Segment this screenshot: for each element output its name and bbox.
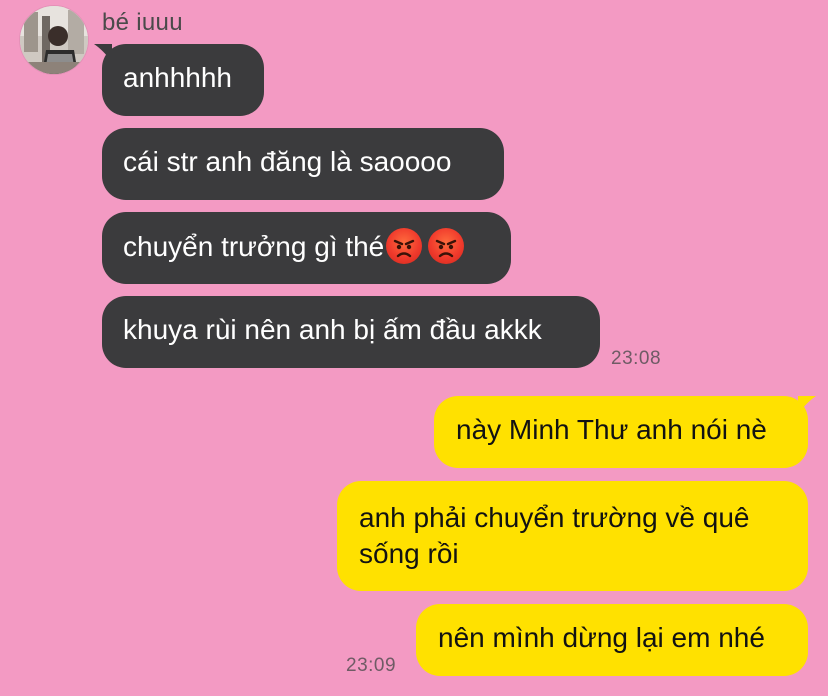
message-text: cái str anh đăng là saoooo [123,146,452,177]
incoming-message[interactable]: khuya rùi nên anh bị ấm đầu akkk [102,296,600,368]
message-text-line: anh phải chuyển trường về quê [359,502,750,533]
incoming-message[interactable]: cái str anh đăng là saoooo [102,128,504,200]
outgoing-message[interactable]: nên mình dừng lại em nhé [416,604,808,676]
incoming-message[interactable]: chuyển trưởng gì thé [102,212,511,284]
angry-face-emoji [386,228,423,264]
angry-face-emoji [428,228,465,264]
incoming-message[interactable]: anhhhhh [94,44,264,116]
avatar-photo [20,6,88,74]
bubble-tail [94,44,112,62]
message-text: này Minh Thư anh nói nè [456,414,767,445]
contact-avatar[interactable] [20,6,88,74]
bubble-tail [798,396,816,414]
message-timestamp: 23:08 [611,348,662,369]
message-text-line: sống rồi [359,538,459,569]
message-text: nên mình dừng lại em nhé [438,622,765,653]
message-text: anhhhhh [123,62,233,93]
message-timestamp: 23:09 [346,655,397,676]
outgoing-message[interactable]: này Minh Thư anh nói nè [434,396,816,468]
message-text: chuyển trưởng gì thé [123,231,385,262]
message-text: khuya rùi nên anh bị ấm đầu akkk [123,314,542,345]
contact-name: bé iuuu [102,9,183,36]
outgoing-message[interactable]: anh phải chuyển trường về quê sống rồi [337,481,808,591]
